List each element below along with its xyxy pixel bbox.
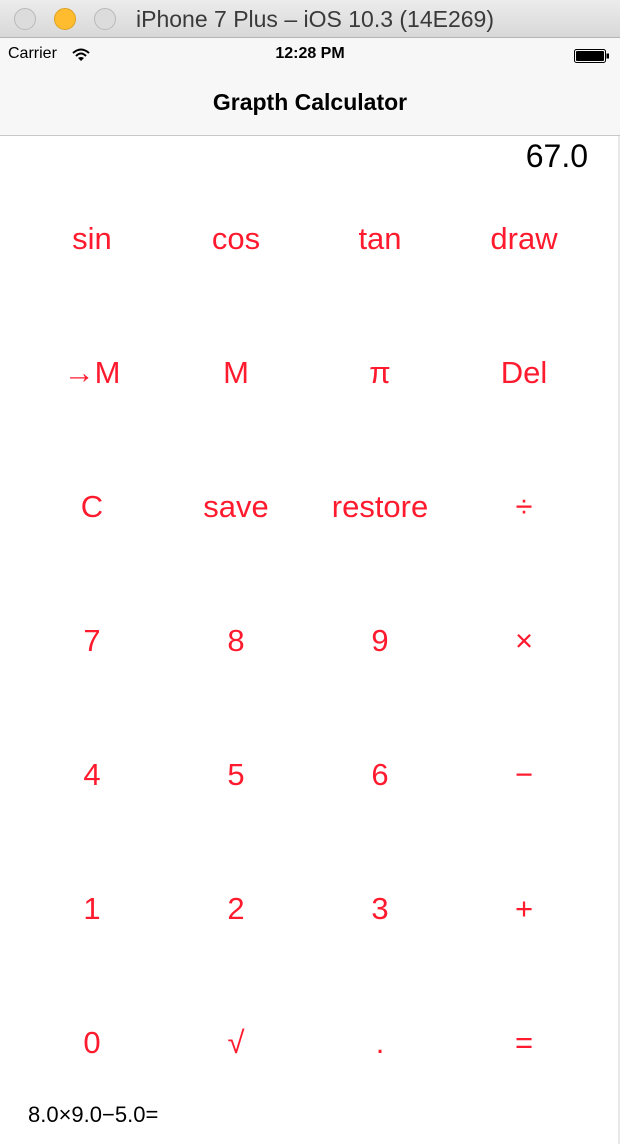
key-divide-button[interactable]: ÷ <box>452 440 596 574</box>
nav-title: Grapth Calculator <box>212 89 408 115</box>
key-sin-button[interactable]: sin <box>20 172 164 306</box>
key-draw-button[interactable]: draw <box>452 172 596 306</box>
key-plus-button[interactable]: + <box>452 842 596 976</box>
key-3-button[interactable]: 3 <box>308 842 452 976</box>
key-2-button[interactable]: 2 <box>164 842 308 976</box>
key-tan-button[interactable]: tan <box>308 172 452 306</box>
key-1-button[interactable]: 1 <box>20 842 164 976</box>
zoom-window-button[interactable] <box>94 8 116 30</box>
key-multiply-button[interactable]: × <box>452 574 596 708</box>
navigation-bar: Grapth Calculator <box>0 74 620 136</box>
key-9-button[interactable]: 9 <box>308 574 452 708</box>
key-store-m-button[interactable]: →M <box>20 306 164 440</box>
key-0-button[interactable]: 0 <box>20 976 164 1110</box>
key-6-button[interactable]: 6 <box>308 708 452 842</box>
key-decimal-button[interactable]: . <box>308 976 452 1110</box>
key-minus-button[interactable]: − <box>452 708 596 842</box>
key-8-button[interactable]: 8 <box>164 574 308 708</box>
key-save-button[interactable]: save <box>164 440 308 574</box>
key-cos-button[interactable]: cos <box>164 172 308 306</box>
key-7-button[interactable]: 7 <box>20 574 164 708</box>
keypad: sin cos tan draw →M Mπ Del Csave restore ÷ 7 8 9 × 4 5 6… <box>20 172 596 1112</box>
key-m-button[interactable]: M <box>164 306 308 440</box>
window-titlebar: iPhone 7 Plus – iOS 10.3 (14E269) <box>0 0 620 38</box>
key-sqrt-button[interactable]: √ <box>164 976 308 1110</box>
key-4-button[interactable]: 4 <box>20 708 164 842</box>
status-time: 12:28 PM <box>275 45 345 62</box>
result-display: 67.0 <box>525 138 588 174</box>
window-title: iPhone 7 Plus – iOS 10.3 (14E269) <box>136 6 495 32</box>
key-equals-button[interactable]: = <box>452 976 596 1110</box>
status-bar: Carrier 12:28 PM <box>0 38 620 74</box>
key-del-button[interactable]: Del <box>452 306 596 440</box>
close-window-button[interactable] <box>14 8 36 30</box>
key-pi-button[interactable]: π <box>308 306 452 440</box>
key-clear-button[interactable]: C <box>20 440 164 574</box>
minimize-window-button[interactable] <box>54 8 76 30</box>
history-label: 8.0×9.0−5.0= <box>28 1102 159 1127</box>
key-5-button[interactable]: 5 <box>164 708 308 842</box>
simulator-window: iPhone 7 Plus – iOS 10.3 (14E269) Carrie… <box>0 0 620 1144</box>
battery-icon <box>574 49 609 63</box>
key-restore-button[interactable]: restore <box>308 440 452 574</box>
